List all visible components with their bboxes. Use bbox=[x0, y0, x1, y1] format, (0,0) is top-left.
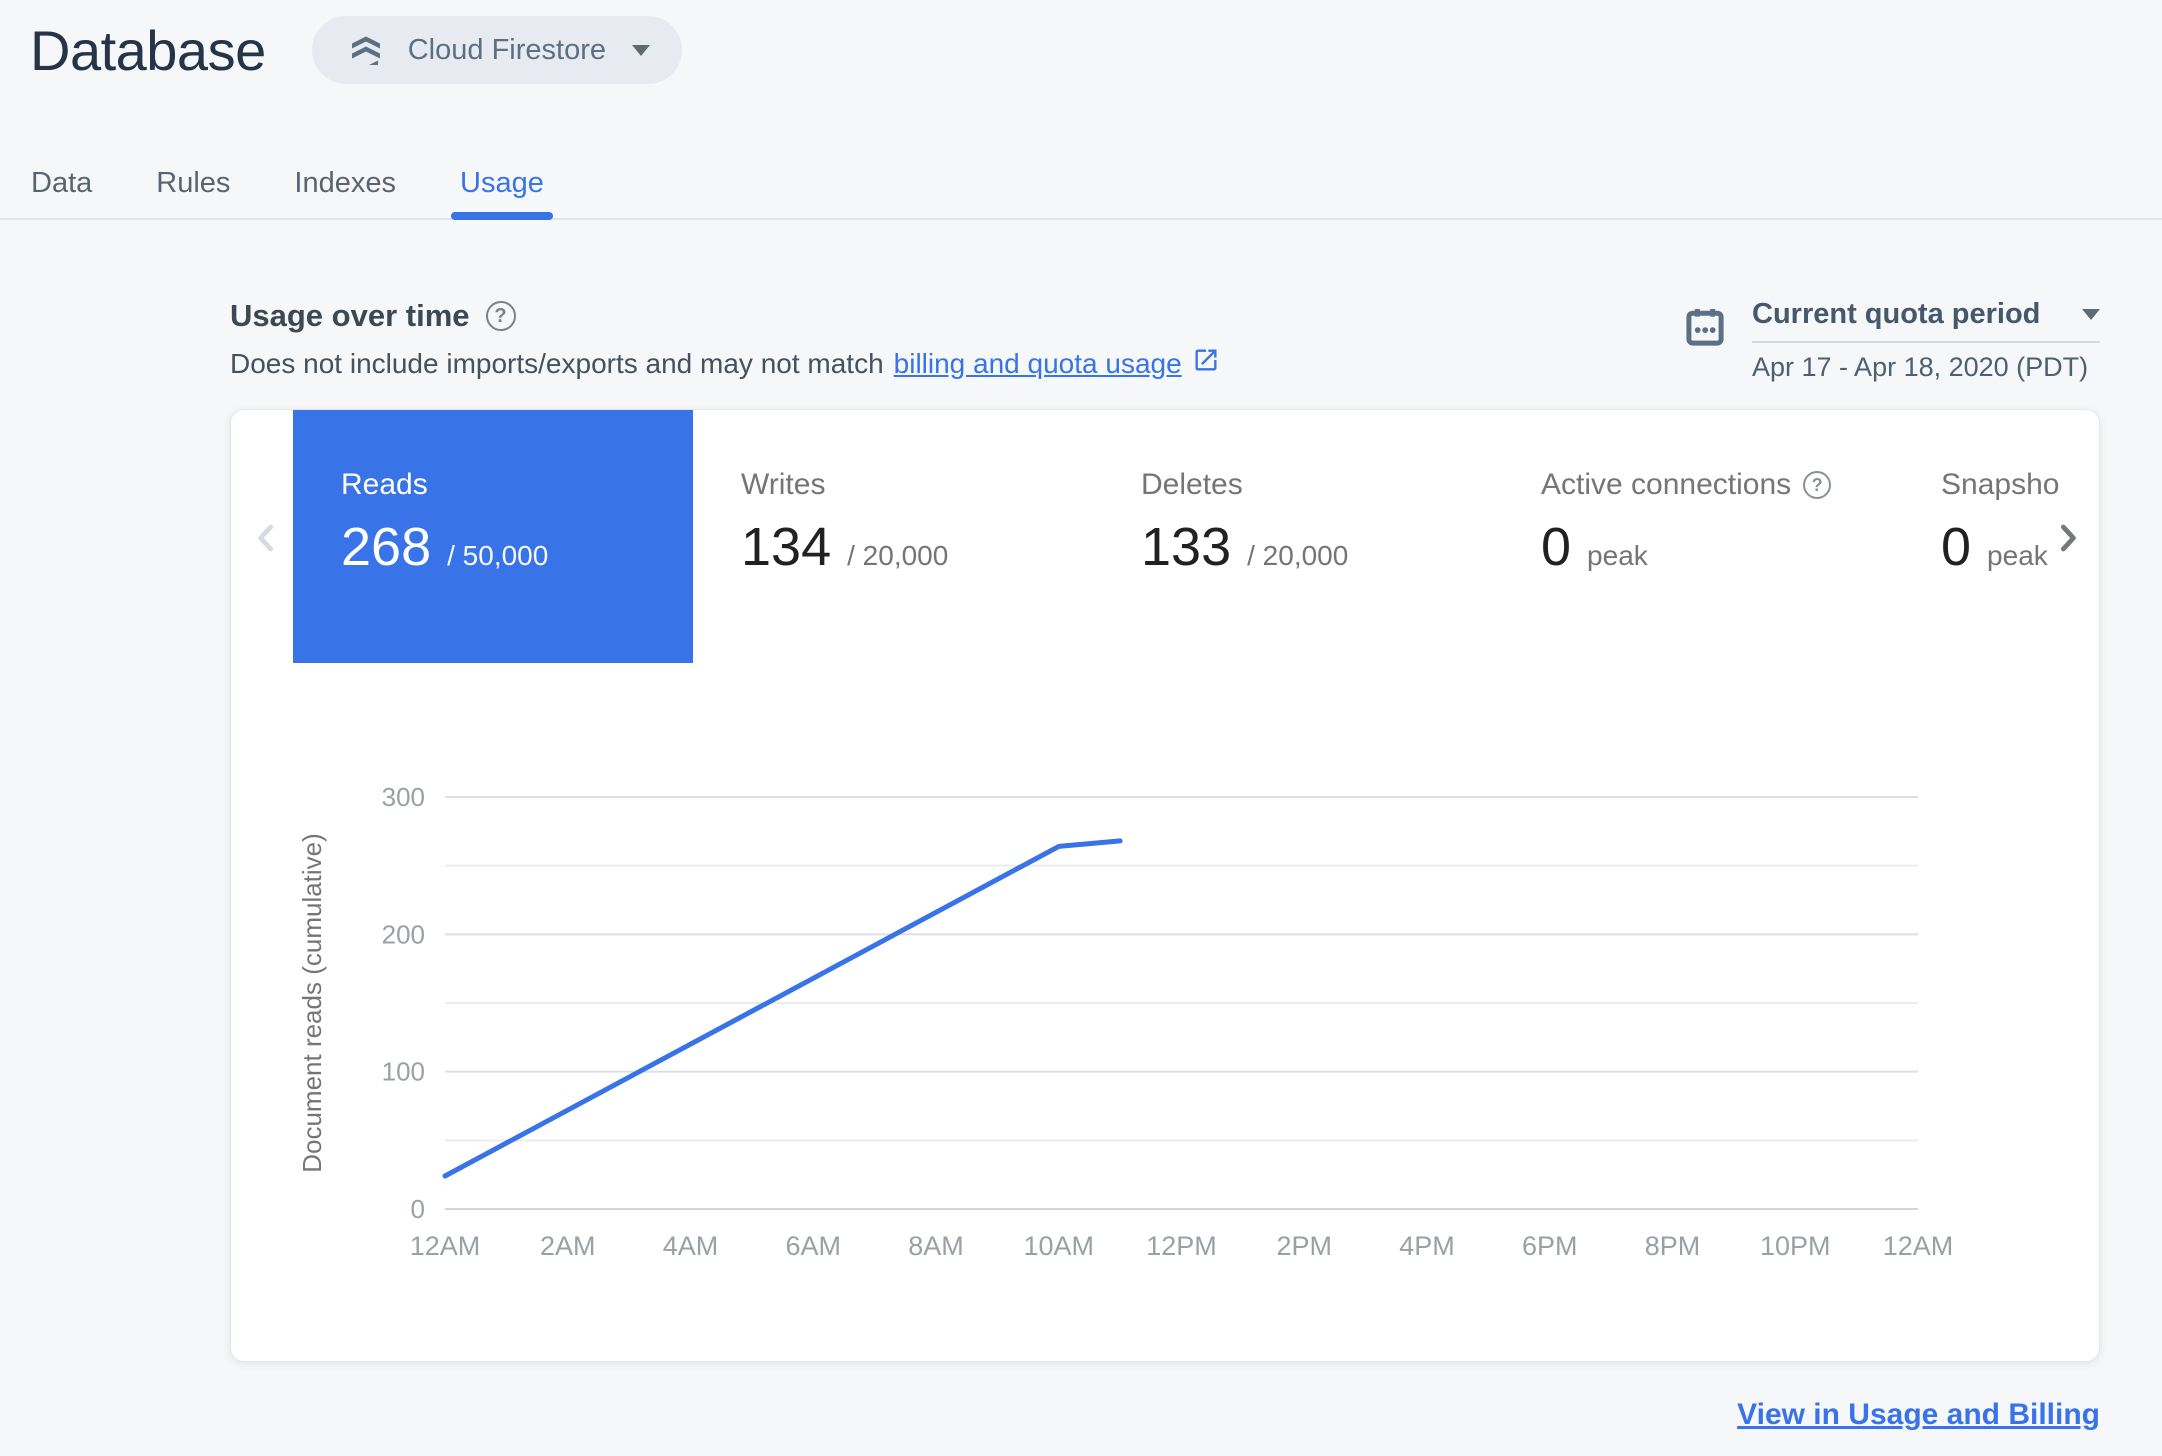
database-selector[interactable]: Cloud Firestore bbox=[311, 16, 682, 84]
quota-period-selector[interactable]: Current quota period Apr 17 - Apr 18, 20… bbox=[1752, 298, 2100, 383]
chevron-left-icon bbox=[258, 524, 274, 552]
database-selector-label: Cloud Firestore bbox=[407, 33, 606, 66]
billing-quota-usage-link[interactable]: billing and quota usage bbox=[894, 348, 1182, 380]
metric-tiles: Reads 268/ 50,000 Writes 134/ 20,000 Deletes… bbox=[293, 410, 2099, 663]
metric-suffix-snapshot-listeners: peak bbox=[1987, 540, 2048, 571]
metric-suffix-reads: / 50,000 bbox=[447, 540, 549, 571]
firestore-icon bbox=[344, 28, 388, 72]
metric-label-writes: Writes bbox=[741, 468, 826, 501]
metric-value-writes: 134 bbox=[741, 517, 832, 577]
metric-label-snapshot-listeners: Snapsho bbox=[1941, 468, 2060, 501]
quota-period-control: Current quota period Apr 17 - Apr 18, 20… bbox=[1682, 298, 2100, 383]
svg-text:200: 200 bbox=[382, 919, 425, 949]
page-header: Database Cloud Firestore bbox=[30, 16, 682, 84]
usage-chart-area: 0 100 200 300 12AM 2AM 4AM 6AM 8AM 10AM 12PM 2PM 4PM… bbox=[231, 761, 2099, 1301]
tab-indexes[interactable]: Indexes bbox=[294, 148, 396, 218]
metric-suffix-active-connections: peak bbox=[1587, 540, 1648, 571]
svg-text:12AM: 12AM bbox=[410, 1231, 481, 1261]
metric-value-active-connections: 0 bbox=[1541, 517, 1572, 577]
view-usage-billing-link[interactable]: View in Usage and Billing bbox=[1737, 1398, 2100, 1432]
metric-suffix-writes: / 20,000 bbox=[847, 540, 949, 571]
metric-label-active-connections: Active connections bbox=[1541, 468, 1792, 501]
calendar-icon bbox=[1682, 298, 1728, 383]
svg-text:10PM: 10PM bbox=[1760, 1231, 1831, 1261]
metric-tile-deletes[interactable]: Deletes 133 / 20,000 bbox=[1093, 410, 1493, 663]
svg-text:8AM: 8AM bbox=[908, 1231, 964, 1261]
chevron-right-icon bbox=[2060, 524, 2076, 552]
usage-title-block: Usage over time ? Does not include impor… bbox=[230, 298, 1220, 383]
tab-data[interactable]: Data bbox=[31, 148, 92, 218]
svg-text:10AM: 10AM bbox=[1023, 1231, 1094, 1261]
metric-value-reads: 268 bbox=[341, 517, 432, 577]
svg-text:8PM: 8PM bbox=[1645, 1231, 1701, 1261]
usage-over-time-title: Usage over time bbox=[230, 298, 470, 333]
page-title: Database bbox=[30, 18, 266, 82]
svg-text:0: 0 bbox=[411, 1194, 425, 1224]
usage-section-header: Usage over time ? Does not include impor… bbox=[230, 298, 2100, 383]
chevron-down-icon bbox=[2082, 309, 2100, 320]
chevron-down-icon bbox=[631, 44, 650, 56]
firestore-usage-page: Database Cloud Firestore Data Rules Indexe… bbox=[0, 0, 2162, 1456]
metric-suffix-deletes: / 20,000 bbox=[1247, 540, 1349, 571]
tab-rules[interactable]: Rules bbox=[156, 148, 230, 218]
tab-bar: Data Rules Indexes Usage bbox=[0, 148, 2162, 220]
tab-usage[interactable]: Usage bbox=[451, 148, 553, 220]
usage-card: Reads 268/ 50,000 Writes 134/ 20,000 Deletes… bbox=[230, 409, 2100, 1362]
help-circle-icon[interactable]: ? bbox=[1803, 471, 1832, 499]
help-circle-icon[interactable]: ? bbox=[485, 301, 516, 331]
metric-tile-active-connections[interactable]: Active connections? 0 peak bbox=[1493, 410, 1893, 663]
svg-text:2AM: 2AM bbox=[540, 1231, 596, 1261]
quota-period-value: Apr 17 - Apr 18, 2020 (PDT) bbox=[1752, 352, 2089, 382]
svg-text:6PM: 6PM bbox=[1522, 1231, 1578, 1261]
metric-tile-reads[interactable]: Reads 268 / 50,000 bbox=[293, 410, 693, 663]
svg-text:Document reads (cumulative): Document reads (cumulative) bbox=[297, 833, 327, 1173]
svg-text:4PM: 4PM bbox=[1399, 1231, 1455, 1261]
svg-text:300: 300 bbox=[382, 782, 425, 812]
svg-text:2PM: 2PM bbox=[1276, 1231, 1332, 1261]
carousel-next-button[interactable] bbox=[2045, 516, 2089, 563]
metric-tile-writes[interactable]: Writes 134 / 20,000 bbox=[693, 410, 1093, 663]
reads-line-series bbox=[442, 838, 1123, 1179]
svg-text:4AM: 4AM bbox=[663, 1231, 719, 1261]
usage-description: Does not include imports/exports and may… bbox=[230, 346, 1220, 381]
metric-label-deletes: Deletes bbox=[1141, 468, 1243, 501]
open-in-new-icon[interactable] bbox=[1192, 346, 1220, 381]
quota-period-label: Current quota period bbox=[1752, 298, 2041, 330]
metric-value-snapshot-listeners: 0 bbox=[1941, 517, 1972, 577]
metric-value-deletes: 133 bbox=[1141, 517, 1232, 577]
svg-text:12PM: 12PM bbox=[1146, 1231, 1217, 1261]
svg-text:100: 100 bbox=[382, 1057, 425, 1087]
metric-label-reads: Reads bbox=[341, 468, 428, 501]
usage-description-text: Does not include imports/exports and may… bbox=[230, 347, 884, 379]
carousel-prev-button[interactable] bbox=[245, 516, 289, 563]
usage-line-chart: 0 100 200 300 12AM 2AM 4AM 6AM 8AM 10AM 12PM 2PM 4PM… bbox=[297, 782, 1954, 1261]
svg-text:6AM: 6AM bbox=[785, 1231, 841, 1261]
svg-text:12AM: 12AM bbox=[1883, 1231, 1954, 1261]
